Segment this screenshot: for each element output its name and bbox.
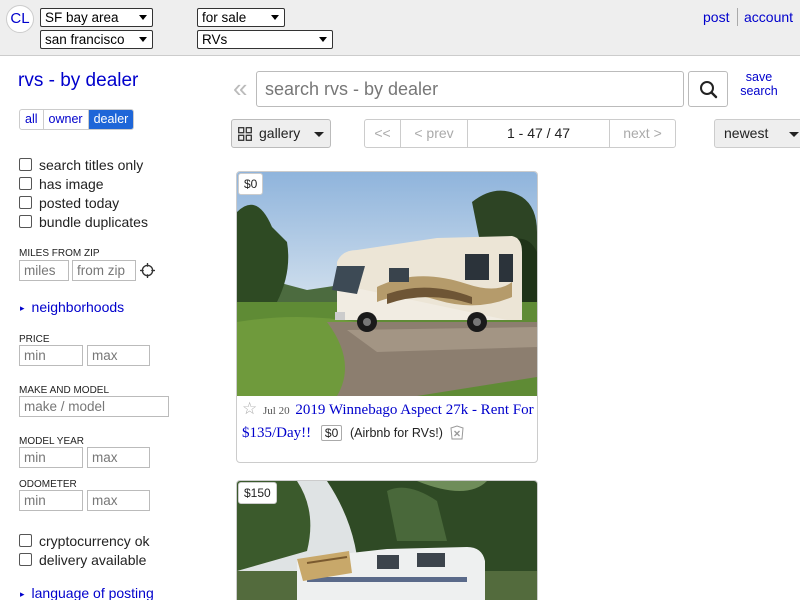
- chevron-down-icon: [319, 37, 327, 42]
- odometer-max-input[interactable]: max: [87, 490, 150, 511]
- cryptocurrency-ok-checkbox[interactable]: cryptocurrency ok: [19, 532, 149, 549]
- checkbox-box[interactable]: [19, 177, 32, 190]
- search-input[interactable]: search rvs - by dealer: [256, 71, 684, 107]
- price-badge: $150: [238, 482, 277, 504]
- language-expander[interactable]: ▸ language of posting: [20, 585, 154, 600]
- rv-photo-image: [237, 481, 537, 600]
- language-label: language of posting: [31, 585, 154, 600]
- listing-card[interactable]: $0 ☆ Jul 20 2019 Winnebago Aspect 27k - …: [236, 171, 538, 463]
- neighborhoods-expander[interactable]: ▸ neighborhoods: [20, 299, 124, 315]
- checkbox-box[interactable]: [19, 158, 32, 171]
- search-sidebar: rvs - by dealer all owner dealer search …: [0, 57, 210, 600]
- listing-neighborhood: (Airbnb for RVs!): [350, 426, 443, 440]
- listing-date: Jul 20: [263, 405, 290, 417]
- toggle-owner[interactable]: owner: [44, 110, 89, 129]
- listing-price: $0: [320, 425, 343, 441]
- favorite-star-icon[interactable]: ☆: [242, 399, 257, 419]
- gallery-grid-icon: [238, 127, 252, 141]
- price-badge: $0: [238, 173, 264, 195]
- checkbox-box[interactable]: [19, 196, 32, 209]
- prev-page-button[interactable]: < prev: [401, 120, 468, 147]
- checkbox-box[interactable]: [19, 534, 32, 547]
- price-label: PRICE: [19, 334, 50, 345]
- triangle-right-icon: ▸: [20, 589, 25, 599]
- miles-from-zip-label: MILES FROM ZIP: [19, 248, 100, 259]
- price-min-input[interactable]: min: [19, 345, 83, 366]
- delivery-available-checkbox[interactable]: delivery available: [19, 551, 146, 568]
- search-titles-only-checkbox[interactable]: search titles only: [19, 156, 143, 173]
- model-year-label: MODEL YEAR: [19, 436, 85, 447]
- section-select-value: for sale: [202, 10, 247, 25]
- sort-label: newest: [724, 125, 769, 141]
- listing-photo[interactable]: [237, 481, 537, 600]
- neighborhoods-label: neighborhoods: [31, 299, 125, 315]
- chevron-down-icon: [271, 15, 279, 20]
- category-select-value: RVs: [202, 32, 228, 47]
- post-link[interactable]: post: [703, 9, 729, 25]
- area-select[interactable]: SF bay area: [40, 8, 153, 27]
- header-divider: [737, 8, 738, 26]
- listing-photo[interactable]: [237, 172, 537, 396]
- subarea-select[interactable]: san francisco: [40, 30, 153, 49]
- checkbox-label: delivery available: [39, 551, 147, 568]
- pagination: << < prev 1 - 47 / 47 next >: [364, 119, 676, 148]
- checkbox-box[interactable]: [19, 215, 32, 228]
- listing-info: ☆ Jul 20 2019 Winnebago Aspect 27k - Ren…: [242, 398, 534, 444]
- seller-type-toggle: all owner dealer: [19, 109, 135, 130]
- posted-today-checkbox[interactable]: posted today: [19, 194, 119, 211]
- hide-listing-icon[interactable]: [450, 425, 464, 440]
- checkbox-label: has image: [39, 175, 104, 192]
- result-range: 1 - 47 / 47: [468, 120, 610, 147]
- toggle-dealer[interactable]: dealer: [88, 110, 134, 129]
- chevron-down-icon: [314, 132, 324, 137]
- subarea-select-value: san francisco: [45, 32, 125, 47]
- listing-card[interactable]: $150: [236, 480, 538, 600]
- area-select-value: SF bay area: [45, 10, 119, 25]
- sidebar-title[interactable]: rvs - by dealer: [18, 70, 138, 92]
- view-mode-dropdown[interactable]: gallery: [231, 119, 331, 148]
- chevron-down-icon: [139, 15, 147, 20]
- make-model-input[interactable]: make / model: [19, 396, 169, 417]
- zip-input[interactable]: from zip: [72, 260, 136, 281]
- bundle-duplicates-checkbox[interactable]: bundle duplicates: [19, 213, 148, 230]
- chevron-down-icon: [789, 132, 799, 137]
- site-header: CL SF bay area san francisco for sale RV…: [0, 0, 800, 56]
- sort-dropdown[interactable]: newest: [714, 119, 800, 148]
- search-icon: [700, 81, 718, 99]
- chevron-down-icon: [139, 37, 147, 42]
- account-link[interactable]: account: [744, 9, 793, 25]
- checkbox-label: search titles only: [39, 156, 144, 173]
- save-search-link[interactable]: save search: [735, 70, 783, 98]
- next-page-button[interactable]: next >: [610, 120, 675, 147]
- checkbox-box[interactable]: [19, 553, 32, 566]
- triangle-right-icon: ▸: [20, 303, 25, 313]
- crosshair-icon[interactable]: [140, 263, 155, 278]
- collapse-sidebar-icon[interactable]: «: [233, 73, 247, 103]
- odometer-min-input[interactable]: min: [19, 490, 83, 511]
- view-mode-label: gallery: [259, 125, 301, 141]
- odometer-label: ODOMETER: [19, 479, 77, 490]
- year-min-input[interactable]: min: [19, 447, 83, 468]
- miles-input[interactable]: miles: [19, 260, 69, 281]
- price-max-input[interactable]: max: [87, 345, 150, 366]
- has-image-checkbox[interactable]: has image: [19, 175, 104, 192]
- toggle-all[interactable]: all: [20, 110, 44, 129]
- year-max-input[interactable]: max: [87, 447, 150, 468]
- category-select[interactable]: RVs: [197, 30, 333, 49]
- checkbox-label: cryptocurrency ok: [39, 532, 150, 549]
- craigslist-logo[interactable]: CL: [6, 5, 34, 33]
- search-button[interactable]: [688, 71, 728, 107]
- rv-photo-image: [237, 172, 537, 396]
- first-page-button[interactable]: <<: [365, 120, 401, 147]
- checkbox-label: bundle duplicates: [39, 213, 148, 230]
- make-model-label: MAKE AND MODEL: [19, 385, 110, 396]
- section-select[interactable]: for sale: [197, 8, 285, 27]
- checkbox-label: posted today: [39, 194, 120, 211]
